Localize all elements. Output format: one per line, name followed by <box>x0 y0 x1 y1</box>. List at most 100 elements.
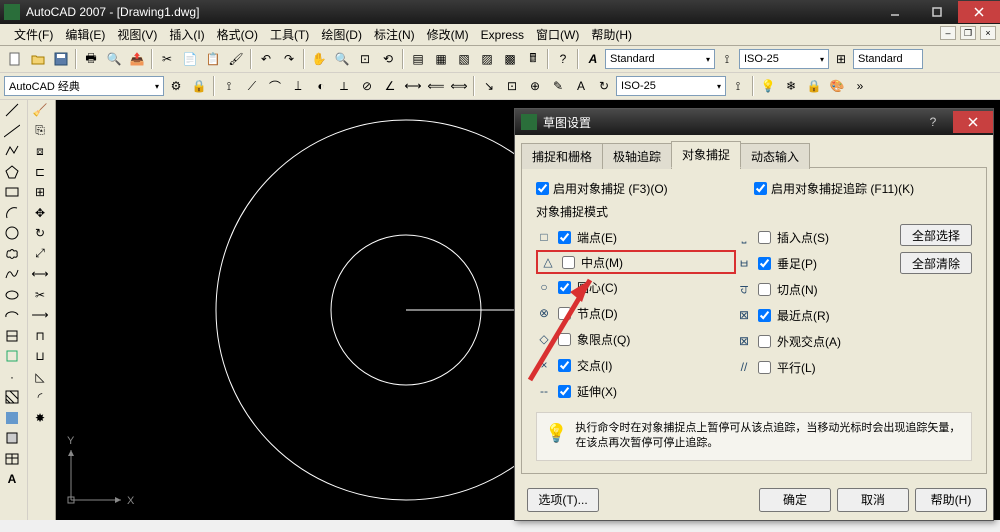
dim-aligned-icon[interactable]: ⟋ <box>241 75 263 97</box>
minimize-button[interactable] <box>874 1 916 23</box>
match-icon[interactable]: 🖌 <box>225 48 247 70</box>
print-icon[interactable]: 🖶 <box>80 48 102 70</box>
gradient-icon[interactable] <box>0 408 24 429</box>
scale-icon[interactable]: ⤢ <box>28 244 52 265</box>
snap-left-checkbox-2[interactable] <box>558 281 571 294</box>
insert-icon[interactable] <box>0 326 24 347</box>
maximize-button[interactable] <box>916 1 958 23</box>
menu-window[interactable]: 窗口(W) <box>530 26 585 43</box>
tab-snap-grid[interactable]: 捕捉和栅格 <box>521 143 603 169</box>
dim-upd-icon[interactable]: ↻ <box>593 75 615 97</box>
menu-edit[interactable]: 编辑(E) <box>59 26 111 43</box>
textstyle-icon[interactable]: A <box>582 48 604 70</box>
layer-state-icon[interactable]: 💡 <box>757 75 779 97</box>
tab-polar[interactable]: 极轴追踪 <box>602 143 672 169</box>
fillet-icon[interactable]: ◜ <box>28 387 52 408</box>
doc-restore[interactable]: ❐ <box>960 26 976 40</box>
dcenter-icon[interactable]: ▦ <box>430 48 452 70</box>
snap-right-checkbox-1[interactable] <box>758 257 771 270</box>
snap-left-checkbox-3[interactable] <box>558 307 571 320</box>
dim-base-icon[interactable]: ⟸ <box>425 75 447 97</box>
doc-minimize[interactable]: – <box>940 26 956 40</box>
move-icon[interactable]: ✥ <box>28 203 52 224</box>
dim-jog-icon[interactable]: ⟂ <box>333 75 355 97</box>
publish-icon[interactable]: 📤 <box>126 48 148 70</box>
snap-right-checkbox-0[interactable] <box>758 231 771 244</box>
dim-angle-icon[interactable]: ∠ <box>379 75 401 97</box>
block-icon[interactable] <box>0 346 24 367</box>
break-icon[interactable]: ⊓ <box>28 326 52 347</box>
help-button[interactable]: 帮助(H) <box>915 488 987 512</box>
ok-button[interactable]: 确定 <box>759 488 831 512</box>
ws-lock-icon[interactable]: 🔒 <box>188 75 210 97</box>
layer-freeze-icon[interactable]: ❄ <box>780 75 802 97</box>
dim-edit-icon[interactable]: ✎ <box>547 75 569 97</box>
zoom-win-icon[interactable]: ⊡ <box>354 48 376 70</box>
select-all-button[interactable]: 全部选择 <box>900 224 972 246</box>
cancel-button[interactable]: 取消 <box>837 488 909 512</box>
snap-right-checkbox-3[interactable] <box>758 309 771 322</box>
snap-left-checkbox-0[interactable] <box>558 231 571 244</box>
dim-arc-icon[interactable]: ⌒ <box>264 75 286 97</box>
options-button[interactable]: 选项(T)... <box>527 488 599 512</box>
pan-icon[interactable]: ✋ <box>308 48 330 70</box>
preview-icon[interactable]: 🔍 <box>103 48 125 70</box>
layer-lock-icon[interactable]: 🔒 <box>803 75 825 97</box>
doc-close[interactable]: × <box>980 26 996 40</box>
dim-qdim-icon[interactable]: ⟷ <box>402 75 424 97</box>
dim-ord-icon[interactable]: ⟘ <box>287 75 309 97</box>
text-style-dropdown[interactable]: Standard▾ <box>605 49 715 69</box>
undo-icon[interactable]: ↶ <box>255 48 277 70</box>
props-icon[interactable]: ▤ <box>407 48 429 70</box>
mirror-icon[interactable]: ⧈ <box>28 141 52 162</box>
menu-format[interactable]: 格式(O) <box>211 26 264 43</box>
ssm-icon[interactable]: ▨ <box>476 48 498 70</box>
dim-center-icon[interactable]: ⊕ <box>524 75 546 97</box>
tab-dyninput[interactable]: 动态输入 <box>740 143 810 169</box>
chamfer-icon[interactable]: ◺ <box>28 367 52 388</box>
calc-icon[interactable]: 🖩 <box>522 48 544 70</box>
close-button[interactable] <box>958 1 1000 23</box>
mtext-icon[interactable]: A <box>0 469 24 490</box>
dim-style-btn[interactable]: ⟟ <box>727 75 749 97</box>
copy-obj-icon[interactable]: ⎘ <box>28 121 52 142</box>
dim-dia-icon[interactable]: ⊘ <box>356 75 378 97</box>
table-icon[interactable] <box>0 449 24 470</box>
snap-left-checkbox-1[interactable] <box>562 256 575 269</box>
stretch-icon[interactable]: ⟷ <box>28 264 52 285</box>
rotate-icon[interactable]: ↻ <box>28 223 52 244</box>
otrack-on-checkbox[interactable] <box>754 182 767 195</box>
menu-dim[interactable]: 标注(N) <box>368 26 421 43</box>
arc-icon[interactable] <box>0 203 24 224</box>
offset-icon[interactable]: ⊏ <box>28 162 52 183</box>
clear-all-button[interactable]: 全部清除 <box>900 252 972 274</box>
save-icon[interactable] <box>50 48 72 70</box>
snap-right-checkbox-2[interactable] <box>758 283 771 296</box>
erase-icon[interactable]: 🧹 <box>28 100 52 121</box>
menu-tools[interactable]: 工具(T) <box>264 26 315 43</box>
osnap-on-checkbox[interactable] <box>536 182 549 195</box>
tpalette-icon[interactable]: ▧ <box>453 48 475 70</box>
tablestyle-icon[interactable]: ⊞ <box>830 48 852 70</box>
open-icon[interactable] <box>27 48 49 70</box>
tab-osnap[interactable]: 对象捕捉 <box>671 141 741 168</box>
explode-icon[interactable]: ✸ <box>28 408 52 429</box>
paste-icon[interactable]: 📋 <box>202 48 224 70</box>
dim-radius-icon[interactable]: ◐ <box>310 75 332 97</box>
dim-linear-icon[interactable]: ⟟ <box>218 75 240 97</box>
dim-style-dropdown[interactable]: ISO-25▾ <box>739 49 829 69</box>
layer-color-icon[interactable]: 🎨 <box>826 75 848 97</box>
region-icon[interactable] <box>0 428 24 449</box>
snap-right-checkbox-4[interactable] <box>758 335 771 348</box>
pline-icon[interactable] <box>0 141 24 162</box>
spline-icon[interactable] <box>0 264 24 285</box>
polygon-icon[interactable] <box>0 162 24 183</box>
snap-right-checkbox-5[interactable] <box>758 361 771 374</box>
snap-left-checkbox-5[interactable] <box>558 359 571 372</box>
help-icon[interactable]: ? <box>552 48 574 70</box>
redo-icon[interactable]: ↷ <box>278 48 300 70</box>
extend-icon[interactable]: ⟶ <box>28 305 52 326</box>
menu-file[interactable]: 文件(F) <box>8 26 59 43</box>
hatch-icon[interactable] <box>0 387 24 408</box>
dim-cont-icon[interactable]: ⟺ <box>448 75 470 97</box>
